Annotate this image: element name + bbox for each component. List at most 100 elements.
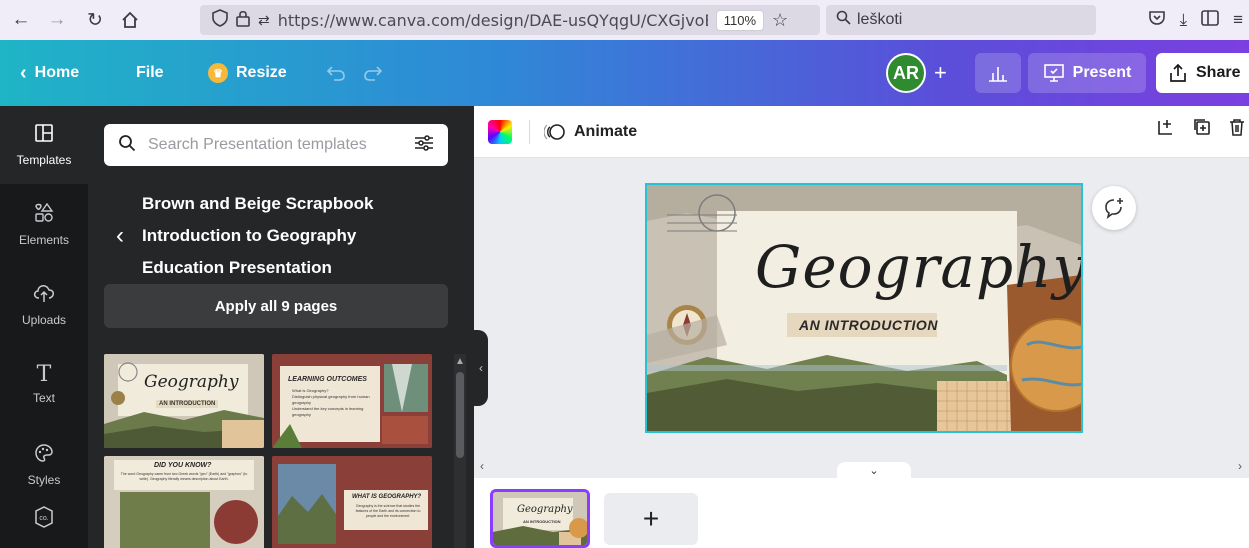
rail-label-templates: Templates	[16, 153, 72, 167]
chevron-left-icon[interactable]: ‹	[116, 222, 124, 250]
add-collaborator-button[interactable]: +	[934, 40, 947, 106]
menu-icon[interactable]: ≡	[1233, 10, 1243, 30]
template-title-line: Brown and Beige Scrapbook	[142, 194, 374, 213]
apply-all-pages-button[interactable]: Apply all 9 pages	[104, 284, 448, 328]
bar-chart-icon	[989, 67, 1007, 82]
uploads-icon	[33, 283, 55, 307]
svg-text:co.: co.	[39, 515, 48, 522]
thumb-body: The word Geography came from two Greek w…	[120, 472, 248, 481]
undo-button[interactable]	[326, 40, 346, 106]
file-label: File	[136, 64, 164, 81]
undo-icon	[326, 66, 345, 81]
template-title: Brown and Beige Scrapbook Introduction t…	[142, 188, 373, 284]
template-page-thumb[interactable]: WHAT IS GEOGRAPHY? Geography is the scie…	[272, 456, 432, 548]
home-button[interactable]: ‹ Home	[20, 40, 79, 106]
search-icon	[118, 134, 136, 157]
styles-icon	[34, 443, 54, 467]
thumb-title: DID YOU KNOW?	[154, 462, 212, 469]
thumb-title: WHAT IS GEOGRAPHY?	[352, 494, 422, 500]
templates-icon	[34, 123, 54, 147]
panel-scrollbar[interactable]: ▲	[454, 354, 466, 548]
rail-item-text[interactable]: T Text	[0, 346, 88, 424]
browser-search-field[interactable]: leškoti	[826, 5, 1096, 35]
crown-icon: ♛	[208, 63, 228, 83]
home-label: Home	[34, 64, 80, 81]
url-text[interactable]: https://www.canva.com/design/DAE-usQYqgU…	[278, 11, 708, 30]
file-menu-button[interactable]: File	[136, 40, 164, 106]
scroll-right-icon[interactable]: ›	[1238, 459, 1242, 473]
animate-icon	[544, 124, 565, 140]
rail-item-templates[interactable]: Templates	[0, 106, 88, 184]
thumb-subtitle: AN INTRODUCTION	[156, 400, 219, 408]
rail-item-brand[interactable]: co.	[0, 490, 88, 548]
rail-label-elements: Elements	[18, 233, 70, 247]
share-button[interactable]: Share	[1156, 53, 1249, 93]
thumb-bullets: What is Geography? Distinguish physical …	[292, 388, 376, 418]
shield-icon	[212, 8, 228, 32]
forward-arrow-icon[interactable]: →	[42, 5, 72, 35]
browser-actions: ⤓ ≡	[1148, 5, 1243, 35]
duplicate-page-icon[interactable]	[1193, 118, 1211, 142]
template-page-thumb[interactable]: LEARNING OUTCOMES What is Geography? Dis…	[272, 354, 432, 448]
side-navigation: Templates Elements Uploads T Text Styles…	[0, 106, 88, 548]
animate-button[interactable]: Animate	[544, 118, 637, 146]
address-bar[interactable]: ⇄ https://www.canva.com/design/DAE-usQYq…	[200, 5, 820, 35]
reader-view-icon[interactable]	[1201, 9, 1219, 31]
page-actions	[1157, 118, 1245, 142]
filter-sliders-icon[interactable]	[414, 134, 434, 157]
template-page-thumb[interactable]: Geography AN INTRODUCTION	[104, 354, 264, 448]
rail-item-uploads[interactable]: Uploads	[0, 266, 88, 344]
resize-button[interactable]: ♛ Resize	[208, 40, 287, 106]
present-button[interactable]: Present	[1028, 53, 1146, 93]
present-icon	[1043, 64, 1064, 82]
pocket-icon[interactable]	[1148, 9, 1166, 32]
home-icon[interactable]	[115, 5, 145, 35]
redo-button[interactable]	[363, 40, 383, 106]
reload-icon[interactable]: ↻	[80, 5, 110, 35]
slide-subtitle[interactable]: AN INTRODUCTION	[799, 317, 938, 333]
template-search-input[interactable]	[148, 136, 388, 154]
template-title-line: Introduction to Geography	[142, 226, 357, 245]
slide-background	[647, 185, 1081, 431]
pages-toggle-button[interactable]: ⌄	[837, 462, 911, 478]
templates-panel: ‹ Brown and Beige Scrapbook Introduction…	[88, 106, 474, 548]
delete-page-icon[interactable]	[1229, 118, 1245, 142]
back-arrow-icon[interactable]: ←	[6, 5, 36, 35]
share-icon	[1170, 63, 1186, 82]
template-search-field[interactable]	[104, 124, 448, 166]
collapse-panel-button[interactable]: ‹	[474, 330, 488, 406]
elements-icon	[34, 202, 54, 227]
rail-label-uploads: Uploads	[21, 313, 67, 327]
page-thumbnail[interactable]: Geography AN INTRODUCTION	[490, 489, 590, 548]
thumb-title: LEARNING OUTCOMES	[288, 376, 367, 383]
canva-header: ‹ Home File ♛ Resize AR + Present Share	[0, 40, 1249, 106]
insights-button[interactable]	[975, 53, 1021, 93]
animate-label: Animate	[574, 123, 638, 140]
rail-label-styles: Styles	[27, 473, 61, 487]
page-thumb-subtitle: AN INTRODUCTION	[523, 519, 561, 524]
permissions-icon[interactable]: ⇄	[258, 12, 270, 29]
download-icon[interactable]: ⤓	[1180, 10, 1188, 30]
comment-add-icon	[1105, 198, 1123, 219]
background-color-button[interactable]	[488, 120, 512, 144]
browser-toolbar: ← → ↻ ⇄ https://www.canva.com/design/DAE…	[0, 0, 1249, 40]
slide-title[interactable]: Geography	[755, 233, 1081, 301]
page-strip: Geography AN INTRODUCTION +	[474, 478, 1249, 548]
add-page-icon[interactable]	[1157, 118, 1175, 142]
scroll-left-icon[interactable]: ‹	[480, 459, 484, 473]
panel-scrollbar-thumb[interactable]	[456, 372, 464, 458]
rail-item-elements[interactable]: Elements	[0, 186, 88, 264]
template-title-line: Education Presentation	[142, 258, 332, 277]
lock-icon	[236, 9, 250, 32]
bookmark-star-icon[interactable]: ☆	[772, 10, 788, 31]
add-comment-button[interactable]	[1092, 186, 1136, 230]
template-page-thumb[interactable]: DID YOU KNOW? The word Geography came fr…	[104, 456, 264, 548]
template-back-row[interactable]: ‹ Brown and Beige Scrapbook Introduction…	[116, 188, 446, 284]
avatar[interactable]: AR	[886, 53, 926, 93]
scroll-up-icon[interactable]: ▲	[455, 356, 465, 367]
editor-toolbar: Animate	[474, 106, 1249, 158]
slide-canvas[interactable]: Geography AN INTRODUCTION	[645, 183, 1083, 433]
add-page-button[interactable]: +	[604, 493, 698, 545]
thumb-title: Geography	[144, 372, 239, 392]
zoom-level[interactable]: 110%	[715, 9, 765, 31]
